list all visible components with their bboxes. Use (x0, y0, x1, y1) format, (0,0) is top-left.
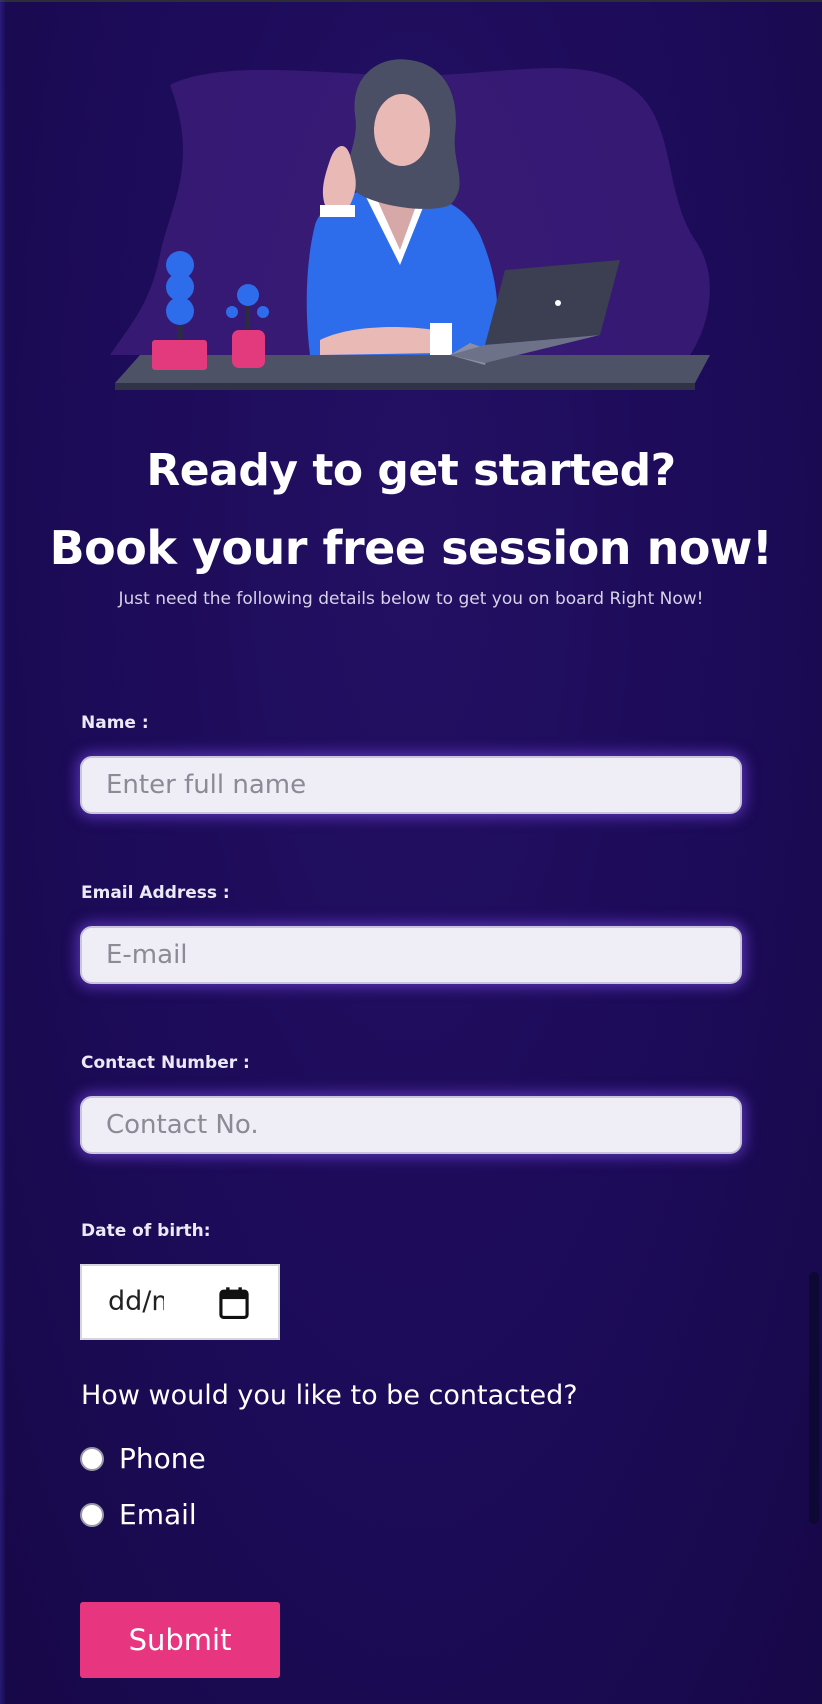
left-edge-glow (0, 0, 6, 1704)
page-subtitle: Just need the following details below to… (118, 589, 704, 609)
phone-radio-label[interactable]: Phone (119, 1442, 206, 1475)
contact-number-label: Contact Number : (81, 1053, 250, 1073)
radio-option-phone[interactable]: Phone (80, 1442, 206, 1475)
headline-primary: Ready to get started? (146, 445, 676, 496)
email-radio-button[interactable] (80, 1502, 104, 1527)
contact-method-question: How would you like to be contacted? (81, 1380, 578, 1411)
submit-button[interactable]: Submit (80, 1602, 280, 1678)
radio-option-email[interactable]: Email (80, 1498, 197, 1531)
email-label: Email Address : (81, 883, 230, 903)
contact-number-input[interactable] (80, 1096, 742, 1154)
top-border (0, 0, 822, 2)
headline-secondary: Book your free session now! (49, 521, 773, 575)
woman-at-desk-illustration (110, 59, 710, 390)
dob-label: Date of birth: (81, 1221, 211, 1241)
scrollbar[interactable] (809, 1272, 819, 1524)
name-label: Name : (81, 713, 149, 733)
email-radio-label[interactable]: Email (119, 1498, 197, 1531)
calendar-icon[interactable] (218, 1286, 250, 1320)
dob-date-text: dd/mm/yyyy (108, 1286, 164, 1317)
name-input[interactable] (80, 756, 742, 814)
email-input[interactable] (80, 926, 742, 984)
phone-radio-button[interactable] (80, 1446, 104, 1471)
dob-date-input[interactable]: dd/mm/yyyy (80, 1264, 280, 1340)
